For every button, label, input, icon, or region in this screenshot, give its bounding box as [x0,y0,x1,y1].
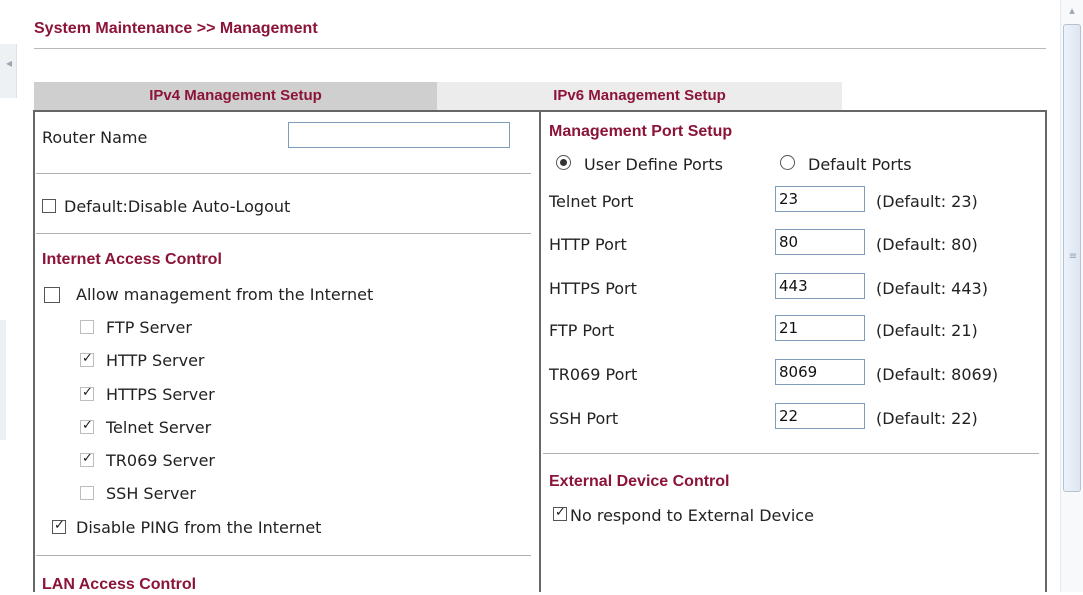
http-server-checkbox[interactable]: ✓ [80,351,94,367]
tr069-port-input[interactable] [775,359,865,385]
http-port-input[interactable] [775,229,865,255]
http-port-label: HTTP Port [549,235,627,254]
check-icon: ✓ [82,385,93,400]
lan-access-control-title: LAN Access Control [42,576,197,593]
tab-ipv6-management-setup[interactable]: IPv6 Management Setup [437,82,842,110]
radio-dot-icon [560,159,567,166]
ftp-server-checkbox[interactable] [80,320,94,334]
allow-management-checkbox[interactable] [44,287,60,303]
http-server-label: HTTP Server [106,351,205,370]
frame-edge [0,320,6,440]
management-port-setup-title: Management Port Setup [549,123,733,140]
tab-ipv4-management-setup[interactable]: IPv4 Management Setup [34,82,437,110]
scrollbar-thumb[interactable]: ≡ [1063,24,1081,492]
disable-auto-logout-label: Default:Disable Auto-Logout [64,197,291,216]
grip-icon: ≡ [1068,251,1078,262]
external-device-control-title: External Device Control [549,473,730,490]
vertical-scrollbar[interactable]: ▴ ≡ [1060,0,1083,592]
default-ports-label: Default Ports [808,155,912,174]
tr069-port-label: TR069 Port [549,365,638,384]
disable-ping-label: Disable PING from the Internet [76,518,322,537]
no-respond-external-checkbox[interactable]: ✓ [553,505,567,521]
check-icon: ✓ [82,451,93,466]
disable-ping-checkbox[interactable]: ✓ [52,518,66,534]
section-divider [36,173,531,174]
default-ports-radio[interactable] [780,155,795,170]
ssh-port-label: SSH Port [549,409,619,428]
section-divider [36,233,531,234]
https-port-input[interactable] [775,273,865,299]
left-gutter: ◂ [0,30,20,592]
https-port-default: (Default: 443) [876,279,988,298]
check-icon: ✓ [82,351,93,366]
ftp-port-default: (Default: 21) [876,321,978,340]
section-divider [543,453,1039,454]
page-title: System Maintenance >> Management [34,20,318,37]
telnet-server-label: Telnet Server [106,418,212,437]
ssh-port-input[interactable] [775,403,865,429]
tr069-port-default: (Default: 8069) [876,365,999,384]
https-server-checkbox[interactable]: ✓ [80,385,94,401]
ftp-port-label: FTP Port [549,321,615,340]
ssh-server-checkbox[interactable] [80,486,94,500]
telnet-server-checkbox[interactable]: ✓ [80,418,94,434]
telnet-port-label: Telnet Port [549,192,634,211]
tr069-server-checkbox[interactable]: ✓ [80,451,94,467]
check-icon: ✓ [555,505,566,520]
https-port-label: HTTPS Port [549,279,637,298]
section-divider [36,555,531,556]
https-server-label: HTTPS Server [106,385,215,404]
user-define-ports-radio[interactable] [556,155,571,170]
http-port-default: (Default: 80) [876,235,978,254]
telnet-port-default: (Default: 23) [876,192,978,211]
router-name-input[interactable] [288,122,510,148]
title-divider [34,48,1046,49]
telnet-port-input[interactable] [775,186,865,212]
column-divider [539,112,541,592]
chevron-up-icon[interactable]: ▴ [1065,4,1079,18]
check-icon: ✓ [82,418,93,433]
disable-auto-logout-checkbox[interactable] [42,199,56,213]
ssh-port-default: (Default: 22) [876,409,978,428]
tr069-server-label: TR069 Server [106,451,215,470]
chevron-left-icon: ◂ [6,56,13,70]
ftp-port-input[interactable] [775,315,865,341]
frame-resize-handle[interactable] [0,44,17,98]
internet-access-control-title: Internet Access Control [42,251,222,268]
user-define-ports-label: User Define Ports [584,155,723,174]
ssh-server-label: SSH Server [106,484,196,503]
no-respond-external-label: No respond to External Device [570,506,814,525]
check-icon: ✓ [54,518,65,533]
allow-management-label: Allow management from the Internet [76,285,374,304]
ftp-server-label: FTP Server [106,318,192,337]
router-name-label: Router Name [42,128,148,147]
